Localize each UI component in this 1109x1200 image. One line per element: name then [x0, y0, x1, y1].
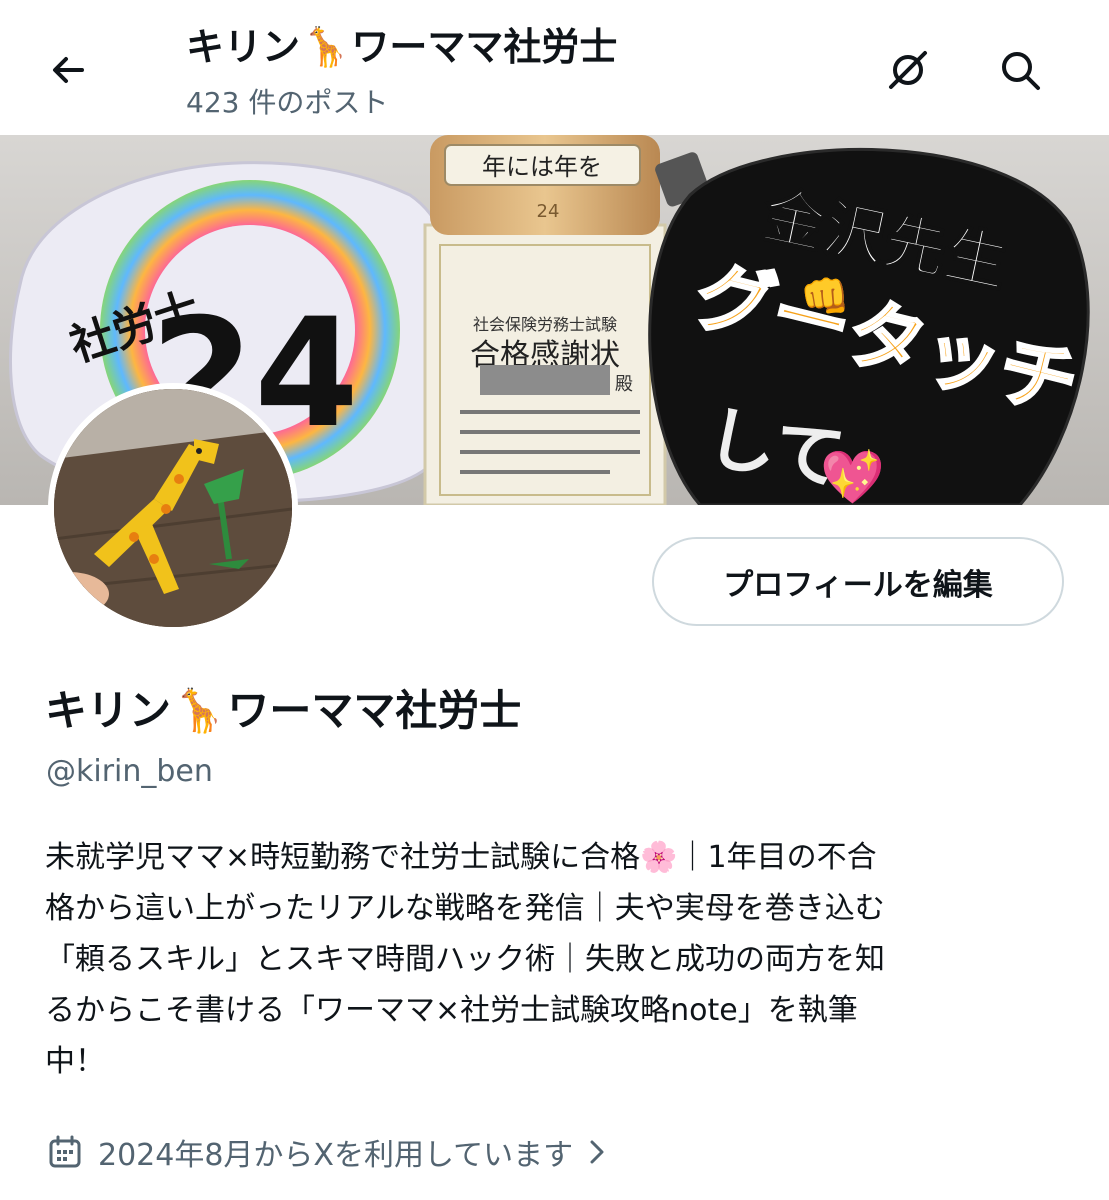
bio-line: 「頼るスキル」とスキマ時間ハック術｜失敗と成功の両方を知: [45, 942, 885, 977]
bottle-label: 年には年を: [482, 153, 602, 181]
fan-right-fist-icon: 👊: [800, 274, 850, 320]
back-button[interactable]: [40, 42, 96, 98]
header-title: キリン 🦒 ワーママ社労士: [186, 22, 617, 72]
header-title-text-left: キリン: [186, 25, 301, 69]
certificate-subtitle: 社会保険労務士試験: [473, 315, 617, 334]
bottle-sub: 24: [537, 201, 560, 222]
profile-bio: 未就学児ママ×時短勤務で社労士試験に合格🌸｜1年目の不合 格から這い上がったリア…: [45, 832, 1075, 1087]
giraffe-emoji-icon: 🦒: [173, 686, 226, 735]
profile-handle: @kirin_ben: [46, 754, 213, 789]
chevron-right-icon: [585, 1137, 609, 1167]
profile-display-name: キリン 🦒 ワーママ社労士: [45, 683, 521, 739]
bio-line: るからこそ書ける「ワーママ×社労士試験攻略note」を執筆: [45, 993, 858, 1028]
bio-line: 未就学児ママ×時短勤務で社労士試験に合格🌸｜1年目の不合: [45, 840, 877, 875]
banner-certificate: 社会保険労務士試験 合格感謝状 殿: [423, 223, 667, 505]
profile-name-left: キリン: [45, 686, 172, 735]
notification-off-icon: [889, 51, 927, 89]
search-button[interactable]: [992, 42, 1048, 98]
certificate-suffix: 殿: [615, 374, 633, 395]
banner-fan-right: 金沢先生 グータッチ 👊 して 💖: [648, 147, 1090, 505]
bio-line: 中！: [45, 1044, 105, 1079]
giraffe-emoji-icon: 🦒: [302, 25, 350, 69]
bio-line: 格から這い上がったリアルな戦略を発信｜夫や実母を巻き込む: [45, 891, 885, 926]
fan-right-heart-icon: 💖: [820, 447, 885, 505]
notifications-button[interactable]: [880, 42, 936, 98]
search-icon: [1002, 52, 1040, 90]
profile-name-right: ワーママ社労士: [227, 686, 522, 735]
post-count: 423 件のポスト: [186, 86, 389, 119]
header-title-text-right: ワーママ社労士: [351, 25, 618, 69]
top-bar: キリン 🦒 ワーママ社労士 423 件のポスト: [0, 0, 1109, 135]
joined-date[interactable]: 2024年8月からXを利用しています: [48, 1130, 609, 1174]
joined-date-text: 2024年8月からXを利用しています: [98, 1138, 574, 1173]
edit-profile-button[interactable]: プロフィールを編集: [652, 537, 1064, 626]
calendar-icon: [48, 1135, 82, 1169]
header-title-block: キリン 🦒 ワーママ社労士 423 件のポスト: [186, 22, 617, 120]
avatar[interactable]: [48, 383, 298, 633]
back-arrow-icon: [53, 57, 84, 83]
